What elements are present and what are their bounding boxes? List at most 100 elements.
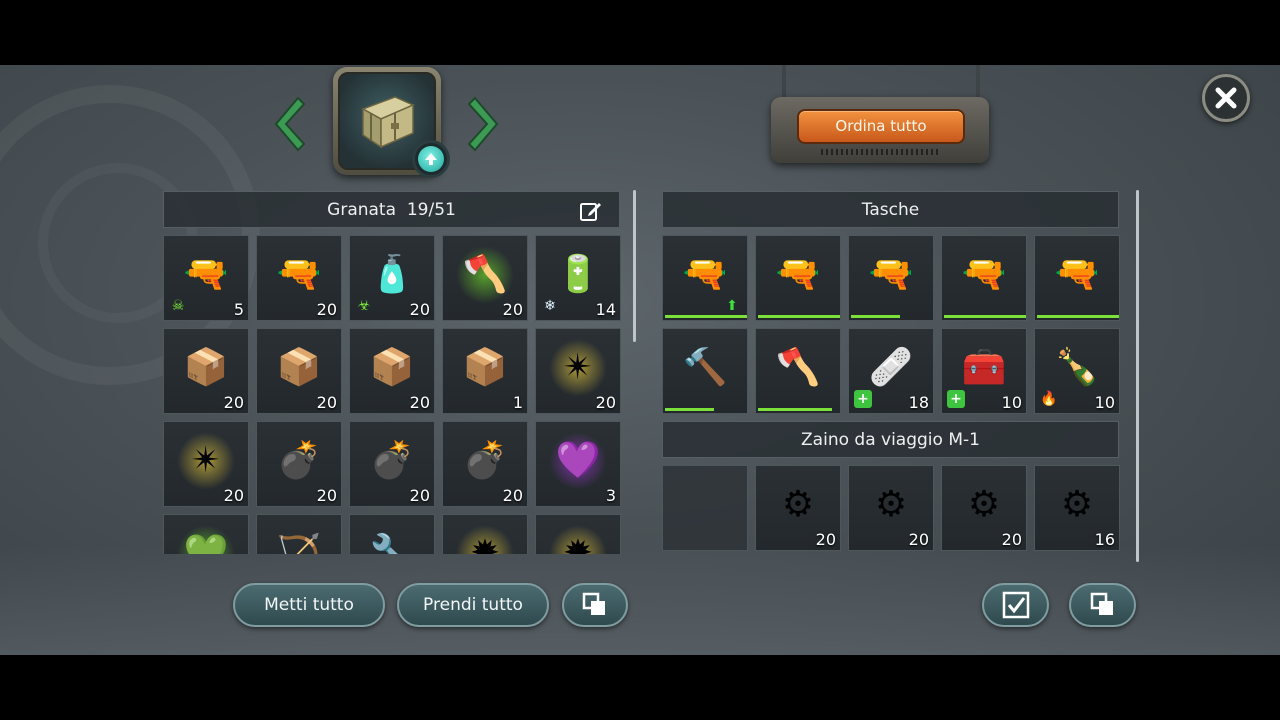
inventory-slot-empty[interactable]: [662, 465, 748, 551]
bandage-pack-icon: 📦: [276, 346, 322, 388]
stack-icon: [582, 592, 605, 615]
inventory-slot[interactable]: 📦 20: [163, 328, 249, 414]
cryo-canister-icon: 🔋: [555, 253, 601, 295]
inventory-slot[interactable]: 🧰 10 +: [941, 328, 1027, 414]
durability-bar: [851, 315, 900, 318]
inventory-slot[interactable]: ✴ 20: [535, 328, 621, 414]
split-stack-button-right[interactable]: [1069, 583, 1136, 627]
axe-icon: 🪓: [775, 346, 821, 388]
take-all-button[interactable]: Prendi tutto: [397, 583, 549, 627]
inventory-slot[interactable]: 🔋 14 ❄: [535, 235, 621, 321]
backpack-scrollbar[interactable]: [1136, 190, 1139, 562]
sort-all-button[interactable]: Ordina tutto: [797, 109, 965, 144]
inventory-slot[interactable]: 📦 20: [349, 328, 435, 414]
frag-grenade-icon: 💣: [462, 439, 508, 481]
backpack-title: Zaino da viaggio M-1: [801, 429, 980, 450]
inventory-slot[interactable]: 🔫: [1034, 235, 1120, 321]
container-upgrade-button[interactable]: [412, 140, 450, 178]
inventory-slot[interactable]: 🪓: [755, 328, 841, 414]
item-quantity: 20: [223, 393, 244, 412]
gas-launcher-icon: 🔫: [276, 253, 322, 295]
inventory-slot[interactable]: 💣 20: [442, 421, 528, 507]
inventory-slot[interactable]: ⚙ 16: [1034, 465, 1120, 551]
inventory-slot[interactable]: ✴ 20: [163, 421, 249, 507]
next-container-arrow-icon[interactable]: [465, 93, 505, 155]
inventory-slot[interactable]: 🔫 ⬆: [662, 235, 748, 321]
gold-spike-icon: ✹: [469, 532, 501, 554]
previous-container-arrow-icon[interactable]: [268, 93, 308, 155]
inventory-slot[interactable]: 🪓 20: [442, 235, 528, 321]
item-quantity: 3: [605, 486, 616, 505]
item-quantity: 20: [316, 393, 337, 412]
edit-icon[interactable]: [579, 199, 603, 223]
inventory-slot[interactable]: 🔫: [848, 235, 934, 321]
inventory-slot[interactable]: 🩹 18 +: [848, 328, 934, 414]
checkbox-icon: [1002, 591, 1029, 619]
item-quantity: 20: [1001, 530, 1022, 549]
item-quantity: 20: [223, 486, 244, 505]
durability-bar: [1037, 315, 1119, 318]
sledgehammer-icon: 🔨: [682, 346, 728, 388]
split-stack-button-left[interactable]: [562, 583, 628, 627]
inventory-slot[interactable]: ⚙ 20: [941, 465, 1027, 551]
shuriken-gold-icon: ✴: [190, 439, 222, 481]
inventory-slot[interactable]: 💣 20: [256, 421, 342, 507]
inventory-slot[interactable]: 🧴 20 ☣: [349, 235, 435, 321]
durability-bar: [758, 315, 840, 318]
item-quantity: 14: [595, 300, 616, 319]
inventory-slot[interactable]: 📦 20: [256, 328, 342, 414]
stack-icon: [1090, 592, 1113, 615]
inventory-slot[interactable]: 🍾 10 🔥: [1034, 328, 1120, 414]
item-quantity: 5: [233, 300, 244, 319]
inventory-slot[interactable]: 💜 3: [535, 421, 621, 507]
green-grenade-icon: 💚: [183, 532, 229, 554]
item-quantity: 20: [316, 486, 337, 505]
storage-scrollbar[interactable]: [633, 190, 636, 342]
close-button[interactable]: [1202, 74, 1250, 122]
bandage-pack-icon: 📦: [183, 346, 229, 388]
inventory-slot[interactable]: 💚: [163, 514, 249, 554]
frag-grenade-icon: 💣: [276, 439, 322, 481]
item-quantity: 20: [908, 530, 929, 549]
inventory-slot[interactable]: 🔨: [662, 328, 748, 414]
pockets-title: Tasche: [861, 199, 920, 220]
storage-header: Granata 19/51: [163, 191, 620, 228]
item-quantity: 18: [908, 393, 929, 412]
durability-bar: [665, 315, 747, 318]
item-quantity: 16: [1094, 530, 1115, 549]
close-icon: [1215, 87, 1237, 109]
inventory-slot[interactable]: ✹: [442, 514, 528, 554]
snowflake-icon: ❄: [544, 298, 556, 314]
inventory-slot[interactable]: 📦 1: [442, 328, 528, 414]
inventory-slot[interactable]: ✹: [535, 514, 621, 554]
storage-title: Granata: [327, 199, 397, 220]
gold-spike-icon: ✹: [562, 532, 594, 554]
medkit-icon: +: [947, 390, 965, 408]
inventory-slot[interactable]: ⚙ 20: [755, 465, 841, 551]
arrow-up-icon: [418, 146, 444, 172]
toxic-icon: ☠: [171, 298, 185, 314]
put-all-button[interactable]: Metti tutto: [233, 583, 385, 627]
scrap-parts-icon: ⚙: [874, 483, 908, 525]
inventory-slot[interactable]: 💣 20: [349, 421, 435, 507]
scrap-parts-icon: ⚙: [1060, 483, 1094, 525]
durability-bar: [944, 315, 1026, 318]
frag-grenade-icon: 💣: [369, 439, 415, 481]
bandage-pack-icon: 📦: [462, 346, 508, 388]
hunting-rifle-icon: 🔫: [1054, 253, 1100, 295]
fire-icon: 🔥: [1040, 391, 1058, 407]
inventory-slot[interactable]: 🔫 20: [256, 235, 342, 321]
select-mode-button[interactable]: [982, 583, 1049, 627]
inventory-slot[interactable]: 🏹: [256, 514, 342, 554]
item-quantity: 20: [502, 486, 523, 505]
inventory-slot[interactable]: 🔫 5 ☠: [163, 235, 249, 321]
inventory-slot[interactable]: ⚙ 20: [848, 465, 934, 551]
inventory-slot[interactable]: 🔧: [349, 514, 435, 554]
throwing-axe-icon: 🪓: [462, 253, 508, 295]
pockets-header: Tasche: [662, 191, 1119, 228]
rifle-green-icon: 🔫: [961, 253, 1007, 295]
inventory-slot[interactable]: 🔫: [941, 235, 1027, 321]
inventory-slot[interactable]: 🔫: [755, 235, 841, 321]
item-quantity: 20: [502, 300, 523, 319]
scrap-parts-icon: ⚙: [967, 483, 1001, 525]
